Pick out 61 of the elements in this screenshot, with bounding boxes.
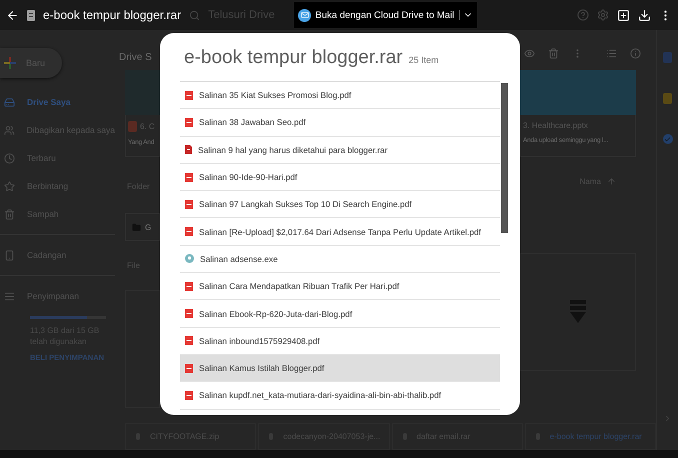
file-name: Salinan Ebook-Rp-620-Juta-dari-Blog.pdf <box>199 308 352 319</box>
archive-file-icon <box>185 145 192 154</box>
app-file-icon <box>185 254 194 264</box>
list-view-icon[interactable] <box>606 48 617 58</box>
folder-card[interactable]: G <box>125 213 160 241</box>
pdf-file-icon <box>185 364 193 373</box>
dialog-title: e-book tempur blogger.rar <box>184 47 403 69</box>
tasks-icon[interactable] <box>662 134 672 144</box>
file-name: Salinan 9 hal yang harus diketahui para blogger.rar <box>198 144 388 155</box>
file-name: Salinan 97 Langkah Sukses Top 10 Di Search Engine.pdf <box>199 199 412 210</box>
file-name: Salinan inbound1575929408.pdf <box>199 336 320 346</box>
back-icon[interactable] <box>6 8 19 22</box>
archive-item[interactable]: Salinan inbound1575929408.pdf <box>180 328 500 355</box>
help-icon[interactable] <box>576 9 589 21</box>
pdf-file-icon <box>185 172 193 182</box>
page-heading: Drive S <box>118 51 153 65</box>
plus-icon <box>4 57 16 69</box>
expand-icon[interactable] <box>663 414 672 423</box>
file-tile[interactable]: e-book tempur blogger.rar <box>524 423 656 450</box>
storage-icon <box>4 290 15 302</box>
pdf-file-icon <box>185 227 193 236</box>
sort-arrow-icon[interactable] <box>607 176 616 186</box>
file-name: Salinan 38 Jawaban Seo.pdf <box>199 117 306 128</box>
pdf-file-icon <box>185 200 193 209</box>
pdf-file-icon <box>185 309 193 318</box>
mail-icon <box>298 8 312 22</box>
trash-icon[interactable] <box>548 48 559 58</box>
pdf-file-icon <box>185 90 193 100</box>
star-icon <box>4 180 15 192</box>
file-tile[interactable] <box>125 290 160 408</box>
pdf-file-icon <box>185 390 193 400</box>
file-name: Salinan Kamus Istilah Blogger.pdf <box>199 363 324 374</box>
file-title: e-book tempur blogger.rar <box>43 8 182 22</box>
people-icon <box>4 124 15 136</box>
file-name: Salinan Cara Mendapatkan Ribuan Trafik Per Hari.pdf <box>199 281 400 292</box>
trash-icon <box>4 208 15 220</box>
document-icon <box>27 10 35 20</box>
pdf-file-icon <box>185 282 193 291</box>
file-name: Salinan 35 Kiat Sukses Promosi Blog.pdf <box>199 90 352 100</box>
search-icon <box>189 10 200 20</box>
archive-item[interactable]: Salinan Kamus Istilah Blogger.pdf <box>180 354 500 382</box>
pdf-file-icon <box>185 118 193 127</box>
caret-icon[interactable] <box>459 10 474 20</box>
clock-icon <box>4 152 15 164</box>
sidebar-item[interactable]: Drive Saya <box>0 88 115 116</box>
file-name: Salinan kupdf.net_kata-mutiara-dari-syaidina-ali-bin-abi-thalib.pdf <box>199 390 442 400</box>
download-icon[interactable] <box>638 8 651 22</box>
file-name: Salinan [Re-Upload] $2,017.64 Dari Adsense Tanpa Perlu Update Artikel.pdf <box>199 226 481 237</box>
scrollbar[interactable] <box>501 83 508 233</box>
pdf-file-icon <box>185 336 193 346</box>
info-icon[interactable] <box>630 48 641 58</box>
drive-icon <box>4 96 15 108</box>
file-name: Salinan 90-Ide-90-Hari.pdf <box>199 172 298 182</box>
add-icon[interactable] <box>616 8 630 22</box>
settings-icon[interactable] <box>596 9 609 21</box>
phone-icon <box>4 250 15 260</box>
file-tile[interactable] <box>520 253 636 371</box>
archive-item[interactable]: Salinan 9 hal yang harus diketahui para blogger.rar <box>180 136 500 164</box>
item-count: 25 Item <box>408 55 439 65</box>
file-name: Salinan adsense.exe <box>200 254 278 264</box>
preview-icon[interactable] <box>524 48 535 58</box>
